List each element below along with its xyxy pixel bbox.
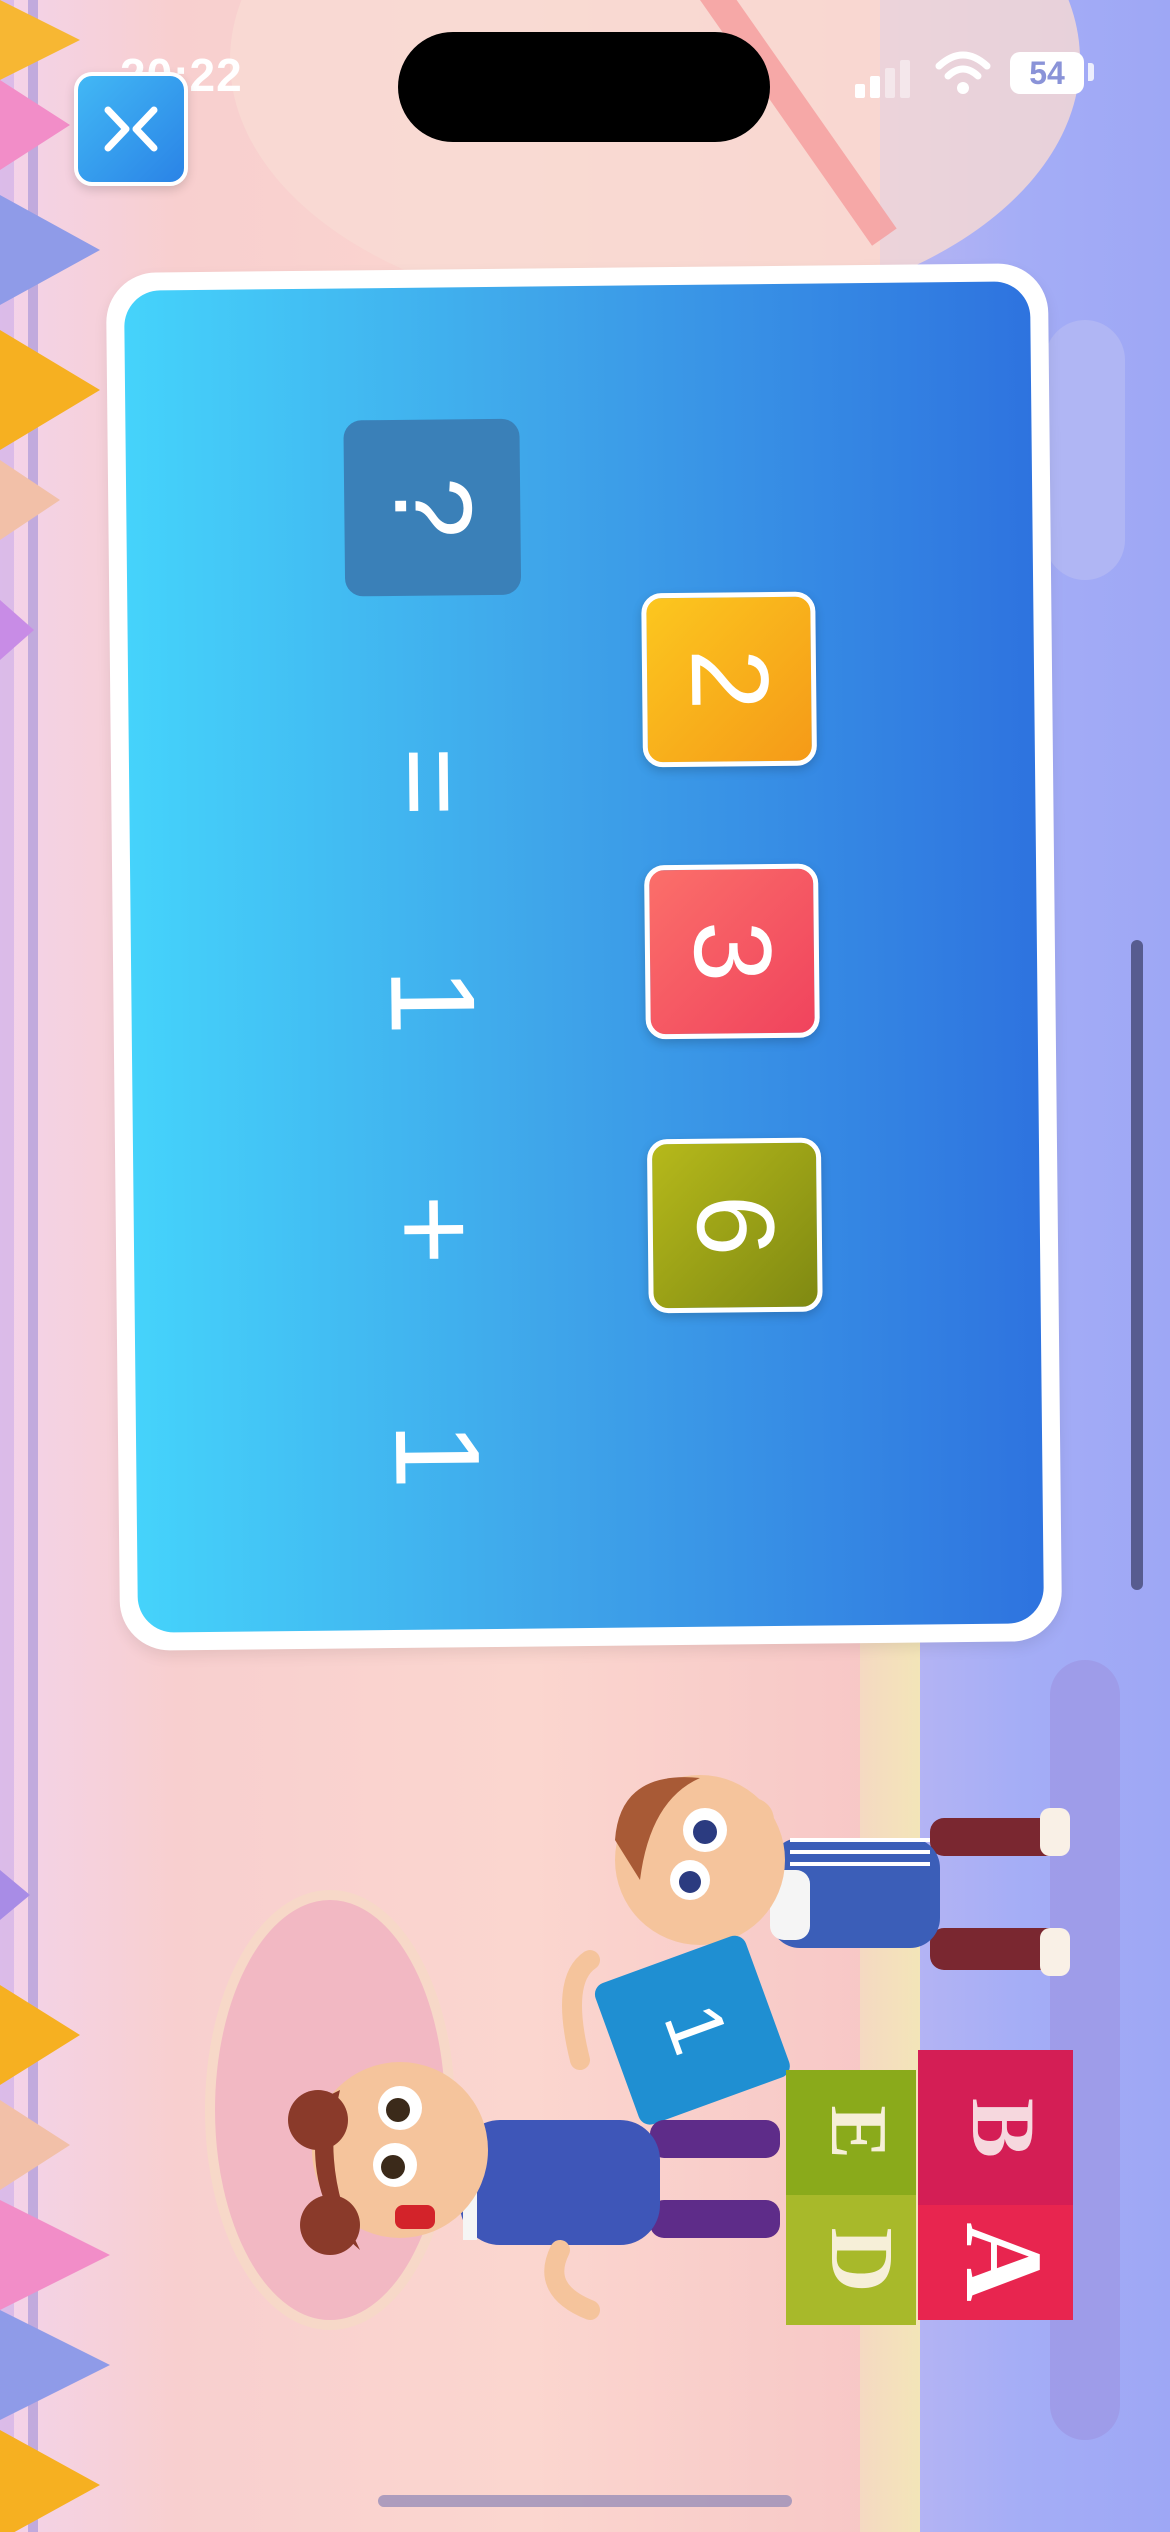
svg-text:B: B xyxy=(953,2098,1052,2158)
number-book: 1 xyxy=(594,1935,790,2125)
boy-figure xyxy=(615,1775,1070,1976)
svg-text:D: D xyxy=(812,2228,911,2293)
scroll-indicator[interactable] xyxy=(1131,940,1143,1590)
home-indicator[interactable] xyxy=(378,2495,792,2507)
svg-text:A: A xyxy=(943,2222,1065,2301)
svg-text:E: E xyxy=(814,2105,902,2158)
kids-illustration: 1 E D B A xyxy=(205,1775,1073,2330)
letter-blocks: E D B A xyxy=(786,2050,1073,2325)
